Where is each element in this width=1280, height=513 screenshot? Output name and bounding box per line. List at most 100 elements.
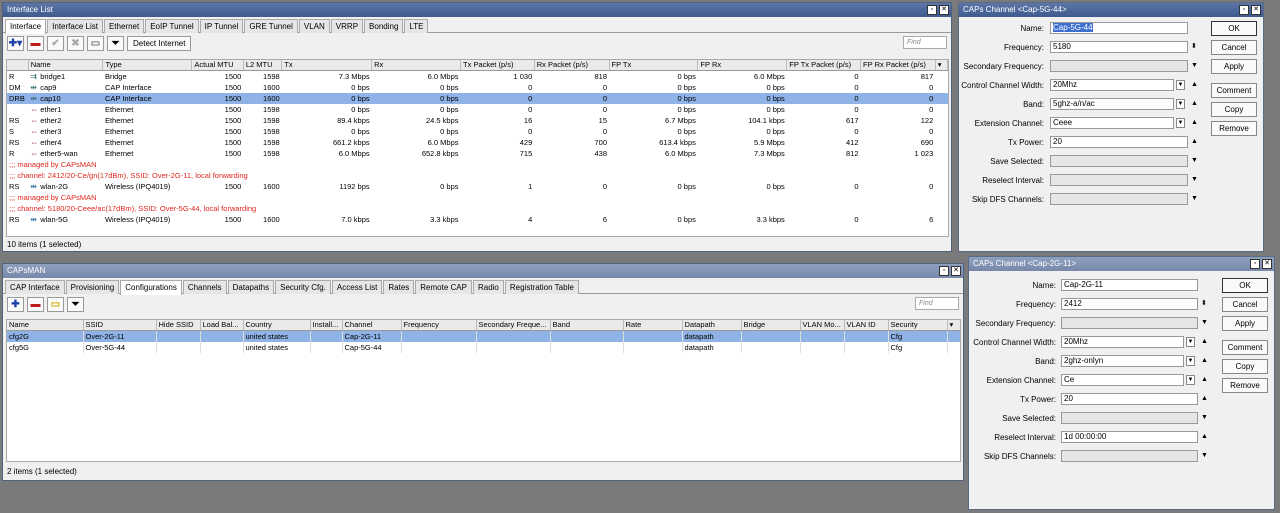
minimize-icon[interactable]: ▫: [927, 5, 937, 15]
cancel-button[interactable]: Cancel: [1211, 40, 1257, 55]
column-header[interactable]: Tx: [281, 60, 373, 71]
band-field[interactable]: 2ghz-onlyn: [1061, 355, 1184, 367]
column-header[interactable]: Hide SSID: [156, 320, 201, 331]
column-header[interactable]: Country: [243, 320, 311, 331]
column-header[interactable]: VLAN Mo...: [800, 320, 845, 331]
expand-arrow-icon[interactable]: ▼: [1191, 60, 1198, 72]
column-header[interactable]: VLAN ID: [844, 320, 889, 331]
add-button[interactable]: ✚▾: [7, 35, 24, 51]
table-row[interactable]: RS ⇔ ether4 Ethernet 1500 1598 661.2 kbps 6.0 M…: [7, 137, 948, 148]
frequency-field[interactable]: 5180: [1050, 41, 1188, 53]
collapse-arrow-icon[interactable]: ▲: [1201, 355, 1208, 367]
detect-internet-button[interactable]: Detect Internet: [127, 35, 192, 51]
skip-dfs-channels-field[interactable]: [1061, 450, 1198, 462]
column-header[interactable]: Rx Packet (p/s): [534, 60, 610, 71]
tab-access-list[interactable]: Access List: [331, 280, 383, 294]
column-header[interactable]: Type: [102, 60, 193, 71]
collapse-arrow-icon[interactable]: ▲: [1191, 136, 1198, 148]
collapse-arrow-icon[interactable]: ▲: [1201, 374, 1208, 386]
tab-configurations[interactable]: Configurations: [120, 280, 182, 295]
reselect-interval-field[interactable]: 1d 00:00:00: [1061, 431, 1198, 443]
find-input[interactable]: Find: [915, 297, 959, 310]
table-row[interactable]: ⇔ ether1 Ethernet 1500 1598 0 bps 0 bps 0 0 0 bps…: [7, 104, 948, 115]
dropdown-arrow-icon[interactable]: ▼: [1186, 356, 1195, 366]
tab-provisioning[interactable]: Provisioning: [65, 280, 120, 294]
name-field[interactable]: Cap-5G-44: [1050, 22, 1188, 34]
expand-arrow-icon[interactable]: ▼: [1201, 450, 1208, 462]
column-header[interactable]: FP Rx: [697, 60, 788, 71]
enable-button[interactable]: ✔: [47, 35, 64, 51]
close-icon[interactable]: ✕: [1251, 5, 1261, 15]
ok-button[interactable]: OK: [1211, 21, 1257, 36]
column-header[interactable]: Actual MTU: [191, 60, 244, 71]
dropdown-arrow-icon[interactable]: ▼: [1186, 337, 1195, 347]
collapse-arrow-icon[interactable]: ▲: [1201, 393, 1208, 405]
table-row[interactable]: R ⇔ ether5-wan Ethernet 1500 1598 6.0 Mbps 652.…: [7, 148, 948, 159]
column-header[interactable]: Bridge: [741, 320, 801, 331]
collapse-arrow-icon[interactable]: ▲: [1191, 79, 1198, 91]
capsman-titlebar[interactable]: CAPsMAN ▫ ✕: [3, 264, 963, 278]
spinner-icon[interactable]: ⬍: [1201, 298, 1207, 310]
extension-channel-field[interactable]: Ce: [1061, 374, 1184, 386]
tab-channels[interactable]: Channels: [182, 280, 227, 294]
remove-button[interactable]: ▬: [27, 35, 44, 51]
column-header[interactable]: SSID: [83, 320, 157, 331]
copy-button[interactable]: Copy: [1211, 102, 1257, 117]
column-header[interactable]: Tx Packet (p/s): [460, 60, 535, 71]
tab-lte[interactable]: LTE: [404, 19, 429, 33]
table-row[interactable]: DM ⇹ cap9 CAP Interface 1500 1600 0 bps 0 bps 0 0…: [7, 82, 948, 93]
expand-arrow-icon[interactable]: ▼: [1191, 174, 1198, 186]
minimize-icon[interactable]: ▫: [939, 266, 949, 276]
apply-button[interactable]: Apply: [1211, 59, 1257, 74]
column-header[interactable]: L2 MTU: [243, 60, 283, 71]
table-row[interactable]: DRB ⇹ cap10 CAP Interface 1500 1600 0 bps 0 bps…: [7, 92, 948, 104]
column-header[interactable]: Datapath: [682, 320, 742, 331]
collapse-arrow-icon[interactable]: ▲: [1201, 431, 1208, 443]
column-header[interactable]: Install...: [310, 320, 343, 331]
dialog-titlebar[interactable]: CAPs Channel <Cap-2G-11> ▫ ✕: [969, 257, 1274, 271]
tab-interface-list[interactable]: Interface List: [47, 19, 103, 33]
comment-button[interactable]: Comment: [1222, 340, 1268, 355]
expand-arrow-icon[interactable]: ▼: [1201, 317, 1208, 329]
control-channel-width-field[interactable]: 20Mhz: [1050, 79, 1174, 91]
table-row[interactable]: RS ⇹ wlan-5G Wireless (IPQ4019) 1500 1600 7.0 …: [7, 214, 948, 225]
tab-eoip-tunnel[interactable]: EoIP Tunnel: [145, 19, 199, 33]
column-chooser-icon[interactable]: ▾: [947, 320, 960, 331]
column-header[interactable]: FP Tx Packet (p/s): [786, 60, 862, 71]
tab-gre-tunnel[interactable]: GRE Tunnel: [244, 19, 298, 33]
filter-button[interactable]: ⏷: [107, 35, 124, 51]
tx-power-field[interactable]: 20: [1050, 136, 1188, 148]
tab-security-cfg[interactable]: Security Cfg.: [275, 280, 331, 294]
table-row[interactable]: cfg2G Over-2G-11 united states Cap-2G-11 dat…: [7, 330, 960, 342]
skip-dfs-channels-field[interactable]: [1050, 193, 1188, 205]
column-header[interactable]: Rx: [371, 60, 462, 71]
reselect-interval-field[interactable]: [1050, 174, 1188, 186]
collapse-arrow-icon[interactable]: ▲: [1191, 98, 1198, 110]
save-selected-field[interactable]: [1050, 155, 1188, 167]
copy-button[interactable]: Copy: [1222, 359, 1268, 374]
tab-vlan[interactable]: VLAN: [298, 19, 330, 33]
disable-button[interactable]: ✖: [67, 35, 84, 51]
secondary-frequency-field[interactable]: [1050, 60, 1188, 72]
column-header[interactable]: Name: [28, 60, 104, 71]
filter-button[interactable]: ⏷: [67, 296, 84, 312]
find-input[interactable]: Find: [903, 36, 947, 49]
minimize-icon[interactable]: ▫: [1250, 259, 1260, 269]
minimize-icon[interactable]: ▫: [1239, 5, 1249, 15]
name-field[interactable]: Cap-2G-11: [1061, 279, 1198, 291]
save-selected-field[interactable]: [1061, 412, 1198, 424]
secondary-frequency-field[interactable]: [1061, 317, 1198, 329]
tab-ethernet[interactable]: Ethernet: [103, 19, 145, 33]
table-row[interactable]: cfg5G Over-5G-44 united states Cap-5G-44 dat…: [7, 341, 960, 353]
expand-arrow-icon[interactable]: ▼: [1191, 155, 1198, 167]
table-row[interactable]: RS ⇔ ether2 Ethernet 1500 1598 89.4 kbps 24.5 k…: [7, 115, 948, 126]
column-header[interactable]: Load Bal...: [200, 320, 244, 331]
interface-list-titlebar[interactable]: Interface List ▫ ✕: [3, 3, 951, 17]
add-button[interactable]: ✚: [7, 296, 24, 312]
close-icon[interactable]: ✕: [951, 266, 961, 276]
tx-power-field[interactable]: 20: [1061, 393, 1198, 405]
column-header[interactable]: Channel: [342, 320, 402, 331]
expand-arrow-icon[interactable]: ▼: [1191, 193, 1198, 205]
comment-button[interactable]: Comment: [1211, 83, 1257, 98]
table-row[interactable]: RS ⇹ wlan-2G Wireless (IPQ4019) 1500 1600 1192…: [7, 181, 948, 192]
